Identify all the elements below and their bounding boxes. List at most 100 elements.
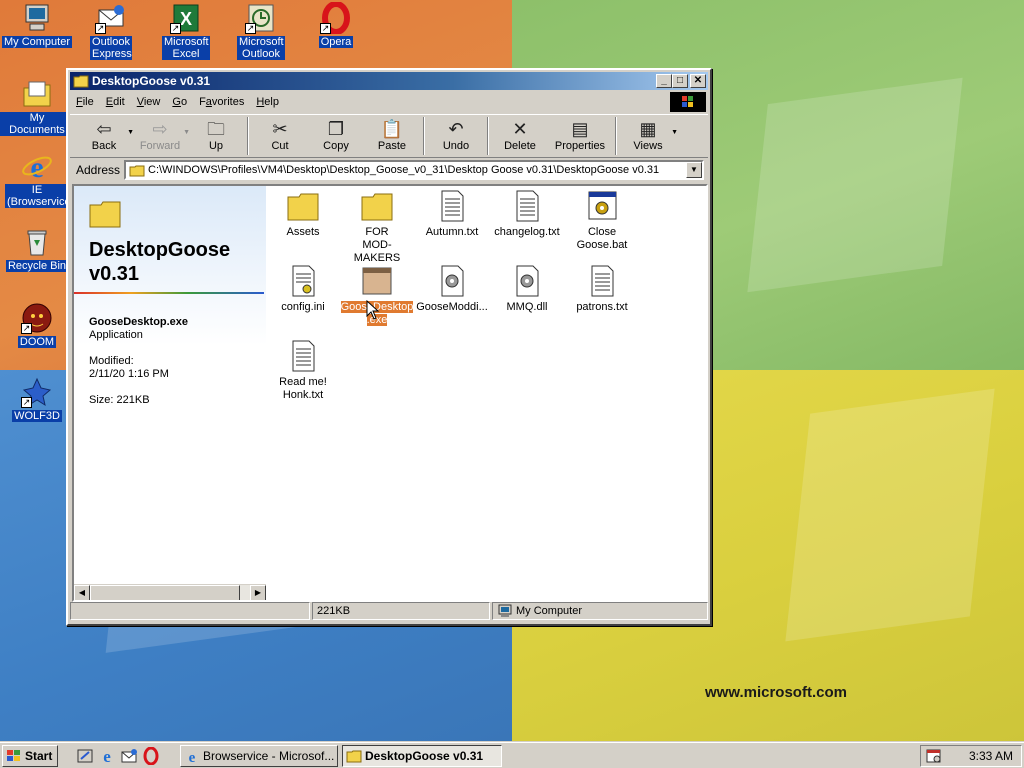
- dll-file-icon: [516, 265, 539, 297]
- explorer-window: DesktopGoose v0.31 _ □ ✕ File Edit View …: [66, 68, 712, 626]
- title-bar[interactable]: DesktopGoose v0.31 _ □ ✕: [70, 72, 708, 90]
- svg-text:e: e: [103, 747, 111, 765]
- modified-value: 2/11/20 1:16 PM: [89, 368, 169, 380]
- menu-help[interactable]: Help: [250, 96, 285, 108]
- maximize-button[interactable]: □: [672, 74, 688, 88]
- ie-icon: e: [21, 150, 53, 184]
- status-bar: 221KB My Computer: [70, 602, 708, 622]
- minimize-button[interactable]: _: [656, 74, 672, 88]
- batch-file-icon: [588, 191, 617, 220]
- desktop-icon-recycle-bin[interactable]: Recycle Bin: [0, 226, 74, 272]
- menu-go[interactable]: Go: [166, 96, 193, 108]
- clipboard-icon: 📋: [380, 119, 404, 139]
- file-item-close-goose-bat[interactable]: Close Goose.bat: [565, 190, 639, 252]
- show-desktop-icon[interactable]: [76, 747, 94, 765]
- undo-icon: ↶: [448, 119, 464, 139]
- file-item-assets[interactable]: Assets: [266, 190, 340, 239]
- desktop-icon-ie[interactable]: e IE (Browservice): [0, 150, 74, 208]
- doom-icon: ↗: [21, 302, 53, 334]
- start-button[interactable]: Start: [2, 745, 58, 767]
- toolbar-separator: [615, 117, 617, 155]
- excel-icon: X ↗: [170, 2, 202, 34]
- close-button[interactable]: ✕: [690, 74, 706, 88]
- windows-logo-icon: [7, 750, 20, 761]
- folder-content: DesktopGoose v0.31 GooseDesktop.exe Appl…: [72, 184, 708, 602]
- folder-title: DesktopGoose v0.31: [89, 239, 231, 285]
- file-item-changelog-txt[interactable]: changelog.txt: [490, 190, 564, 239]
- scheduler-icon[interactable]: [925, 748, 943, 764]
- opera-icon: ↗: [320, 1, 352, 35]
- undo-button[interactable]: ↶ Undo: [428, 115, 484, 157]
- file-size: Size: 221KB: [89, 394, 150, 406]
- scissors-icon: ✂: [272, 119, 288, 139]
- desktop-icon-opera[interactable]: ↗ Opera: [299, 1, 373, 48]
- text-file-icon: [441, 190, 464, 222]
- folder-icon: [361, 193, 393, 221]
- menu-view[interactable]: View: [131, 96, 167, 108]
- file-item-goosemoddi[interactable]: GooseModdi...: [415, 265, 489, 314]
- file-item-config-ini[interactable]: config.ini: [266, 265, 340, 314]
- ie-icon: e: [189, 750, 196, 764]
- menu-edit[interactable]: Edit: [100, 96, 131, 108]
- desktop-icon-excel[interactable]: X ↗ Microsoft Excel: [149, 2, 223, 60]
- desktop-icon-my-computer[interactable]: My Computer: [0, 2, 74, 48]
- window-title: DesktopGoose v0.31: [92, 74, 211, 88]
- taskbar-button-desktopgoose[interactable]: DesktopGoose v0.31: [342, 745, 502, 767]
- ie-icon[interactable]: e: [98, 747, 116, 766]
- address-dropdown-button[interactable]: ▼: [686, 162, 702, 178]
- copy-icon: ❐: [327, 119, 345, 139]
- menu-favorites[interactable]: Favorites: [193, 96, 250, 108]
- toolbar-separator: [423, 117, 425, 155]
- delete-button[interactable]: ✕ Delete: [492, 115, 548, 157]
- menu-file[interactable]: File: [70, 96, 100, 108]
- file-item-autumn-txt[interactable]: Autumn.txt: [415, 190, 489, 239]
- file-item-patrons-txt[interactable]: patrons.txt: [565, 265, 639, 314]
- horizontal-scrollbar[interactable]: ◀ ▶: [74, 584, 266, 600]
- desktop-icon-outlook-express[interactable]: ↗ Outlook Express: [74, 2, 148, 60]
- wolf3d-icon: ↗: [21, 376, 53, 408]
- paste-button[interactable]: 📋 Paste: [364, 115, 420, 157]
- copy-button[interactable]: ❐ Copy: [308, 115, 364, 157]
- clock[interactable]: 3:33 AM: [969, 749, 1013, 763]
- opera-icon[interactable]: [142, 746, 160, 766]
- toolbar-separator: [487, 117, 489, 155]
- views-button[interactable]: ▦ Views ▼: [620, 115, 678, 157]
- file-item-for-mod-makers[interactable]: FOR MOD-MAKERS: [340, 190, 414, 265]
- cut-button[interactable]: ✂ Cut: [252, 115, 308, 157]
- my-computer-icon: [498, 604, 512, 617]
- mouse-cursor-icon: [366, 300, 380, 320]
- text-file-icon: [516, 190, 539, 222]
- svg-text:e: e: [30, 151, 43, 182]
- dll-file-icon: [441, 265, 464, 297]
- system-tray: 3:33 AM: [920, 745, 1022, 767]
- chevron-down-icon[interactable]: ▼: [671, 129, 678, 136]
- status-zone: My Computer: [492, 602, 708, 620]
- scroll-right-button[interactable]: ▶: [250, 585, 266, 600]
- status-size: 221KB: [312, 602, 490, 620]
- desktop-icon-outlook[interactable]: ↗ Microsoft Outlook: [224, 2, 298, 60]
- desktop-icon-doom[interactable]: ↗ DOOM: [0, 302, 74, 348]
- web-view-panel: DesktopGoose v0.31 GooseDesktop.exe Appl…: [74, 186, 266, 584]
- folder-icon: [346, 750, 362, 763]
- properties-button[interactable]: ▤ Properties: [548, 115, 612, 157]
- folder-icon: [73, 75, 89, 88]
- svg-text:X: X: [180, 9, 192, 29]
- file-item-read-me-honk-txt[interactable]: Read me! Honk.txt: [266, 340, 340, 402]
- taskbar-button-browservice[interactable]: e Browservice - Microsof...: [180, 745, 338, 767]
- my-computer-icon: [21, 2, 53, 34]
- outlook-express-icon[interactable]: [120, 747, 138, 765]
- address-label: Address: [76, 163, 121, 177]
- desktop-icon-wolf3d[interactable]: ↗ WOLF3D: [0, 376, 74, 422]
- scroll-left-button[interactable]: ◀: [74, 585, 90, 600]
- folder-icon: [287, 193, 319, 221]
- scroll-thumb[interactable]: [90, 585, 240, 600]
- forward-button[interactable]: ⇨ Forward ▼: [132, 115, 190, 157]
- menu-bar: File Edit View Go Favorites Help: [70, 92, 708, 112]
- taskbar: Start e e Browservice - Microsof... Desk…: [0, 742, 1024, 768]
- properties-icon: ▤: [571, 119, 589, 139]
- file-item-mmq-dll[interactable]: MMQ.dll: [490, 265, 564, 314]
- address-input[interactable]: C:\WINDOWS\Profiles\VM4\Desktop\Desktop_…: [124, 160, 704, 180]
- desktop-icon-my-documents[interactable]: My Documents: [0, 78, 74, 136]
- up-button[interactable]: 🗀 Up: [188, 115, 244, 157]
- back-button[interactable]: ⇦ Back ▼: [76, 115, 134, 157]
